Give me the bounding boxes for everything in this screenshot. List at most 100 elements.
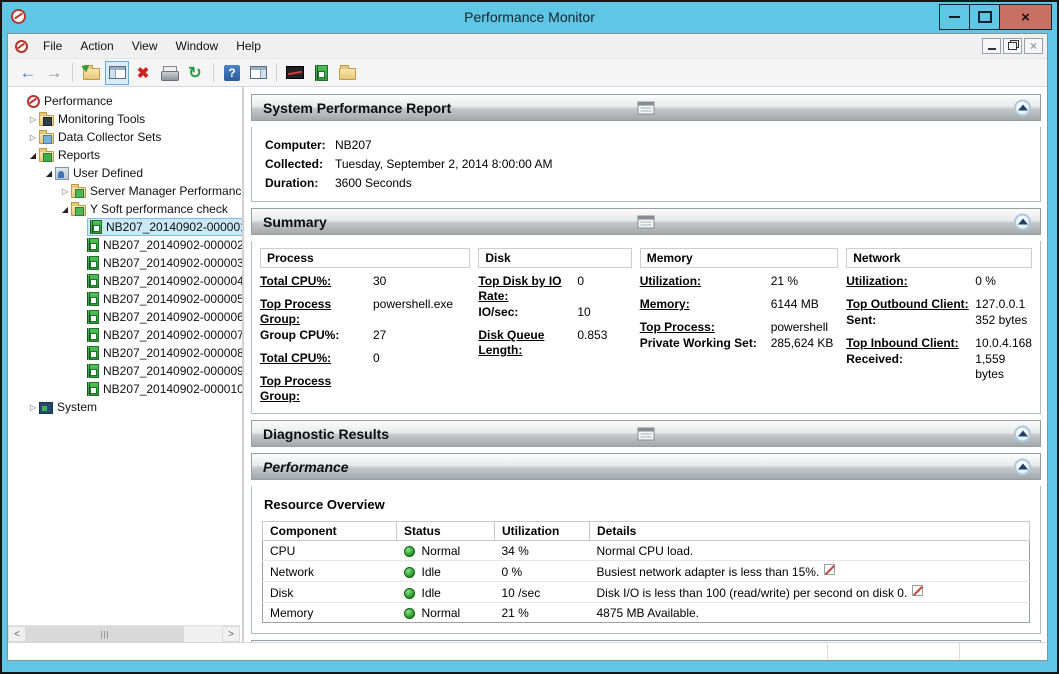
tree-item-performance[interactable]: Performance [8,92,242,110]
minimize-button[interactable] [939,4,970,30]
summary-link[interactable]: Total CPU%: [260,351,373,366]
section-header-cpu[interactable]: CPU [251,640,1041,642]
status-cell: Idle [397,561,495,582]
collapse-arrow-icon[interactable]: ◢ [27,151,39,160]
menu-help[interactable]: Help [227,35,270,57]
details-cell: Normal CPU load. [590,541,1030,561]
section-header-summary[interactable]: Summary [251,208,1041,235]
system-performance-report-body: Computer: NB207 Collected: Tuesday, Sept… [251,127,1041,202]
summary-link[interactable]: Top Process Group: [260,297,373,327]
menu-action[interactable]: Action [71,35,122,57]
mdi-minimize-button[interactable] [982,38,1001,54]
section-header-performance[interactable]: Performance [251,453,1041,480]
tree-item-report-000008[interactable]: NB207_20140902-000008 [8,344,242,362]
summary-link[interactable]: Utilization: [846,274,975,289]
title-bar[interactable]: Performance Monitor × [2,2,1057,31]
note-edit-icon[interactable] [824,564,835,575]
collapse-section-button[interactable] [1014,213,1031,230]
summary-group-network: Network Utilization:0 % Top Outbound Cli… [846,248,1032,404]
tree-item-system[interactable]: ▷ System [8,398,242,416]
reports-icon [39,151,54,162]
properties-book-icon[interactable] [309,61,333,85]
close-button[interactable]: × [999,4,1052,30]
expand-arrow-icon[interactable]: ▷ [27,403,39,412]
show-hide-console-tree-icon[interactable] [105,61,129,85]
menu-window[interactable]: Window [167,35,228,57]
summary-link[interactable]: Top Process Group: [260,374,373,404]
delete-icon[interactable] [131,61,155,85]
table-row: Disk Idle 10 /sec Disk I/O is less than … [263,582,1030,603]
scrollbar-track[interactable] [184,626,222,642]
table-row: CPU Normal 34 % Normal CPU load. [263,541,1030,561]
tree-item-ysoft-performance-check[interactable]: ◢ Y Soft performance check [8,200,242,218]
computer-value: NB207 [335,136,372,155]
summary-link[interactable]: Top Disk by IO Rate: [478,274,577,304]
tree-item-report-000005[interactable]: NB207_20140902-000005 [8,290,242,308]
summary-link[interactable]: Total CPU%: [260,274,373,289]
component-cell: CPU [263,541,397,561]
summary-link[interactable]: Disk Queue Length: [478,328,577,358]
tree-item-report-000006[interactable]: NB207_20140902-000006 [8,308,242,326]
utilization-cell: 21 % [495,603,590,623]
content-area: Performance ▷ Monitoring Tools ▷ Data Co… [8,87,1047,642]
collapse-section-button[interactable] [1014,458,1031,475]
report-icon [87,328,99,342]
collapse-section-button[interactable] [1014,99,1031,116]
tree-item-server-manager-performance[interactable]: ▷ Server Manager Performance [8,182,242,200]
tree-item-user-defined[interactable]: ◢ User Defined [8,164,242,182]
performance-chart-icon[interactable] [283,61,307,85]
print-icon[interactable] [157,61,181,85]
summary-link[interactable]: Top Outbound Client: [846,297,975,312]
field-label: Collected: [265,155,335,174]
summary-link[interactable]: Utilization: [640,274,771,289]
tree-item-data-collector-sets[interactable]: ▷ Data Collector Sets [8,128,242,146]
export-icon[interactable] [79,61,103,85]
tree-item-report-000009[interactable]: NB207_20140902-000009 [8,362,242,380]
summary-link[interactable]: Memory: [640,297,771,312]
tree-item-report-000002[interactable]: NB207_20140902-000002 [8,236,242,254]
refresh-icon[interactable] [183,61,207,85]
show-hide-action-pane-icon[interactable] [246,61,270,85]
summary-value: 6144 MB [771,297,819,312]
tree-item-label: Performance [44,94,113,108]
tree-item-report-000001[interactable]: NB207_20140902-000001 [8,218,242,236]
menu-view[interactable]: View [123,35,167,57]
group-header: Disk [478,248,631,268]
tree-horizontal-scrollbar[interactable]: < ||| > [8,625,240,642]
section-header-diagnostic-results[interactable]: Diagnostic Results [251,420,1041,447]
tree-item-reports[interactable]: ◢ Reports [8,146,242,164]
menu-file[interactable]: File [34,35,71,57]
collapse-arrow-icon[interactable]: ◢ [59,205,71,214]
scroll-left-icon[interactable]: < [8,626,26,642]
mdi-system-menu-icon[interactable] [15,40,28,53]
tree-item-report-000003[interactable]: NB207_20140902-000003 [8,254,242,272]
note-edit-icon[interactable] [912,585,923,596]
tree-item-report-000007[interactable]: NB207_20140902-000007 [8,326,242,344]
tree-item-report-000010[interactable]: NB207_20140902-000010 [8,380,242,398]
scroll-right-icon[interactable]: > [222,626,240,642]
new-folder-icon[interactable] [335,61,359,85]
tree-item-monitoring-tools[interactable]: ▷ Monitoring Tools [8,110,242,128]
section-title: Summary [263,214,327,230]
forward-icon[interactable] [42,61,66,85]
scrollbar-thumb[interactable]: ||| [26,626,184,642]
summary-link[interactable]: Top Inbound Client: [846,336,975,351]
table-view-icon [638,101,655,114]
mdi-restore-button[interactable] [1003,38,1022,54]
section-header-system-performance-report[interactable]: System Performance Report [251,94,1041,121]
selected-tree-item[interactable]: NB207_20140902-000001 [87,218,244,236]
tree-item-report-000004[interactable]: NB207_20140902-000004 [8,272,242,290]
expand-arrow-icon[interactable]: ▷ [59,187,71,196]
collapse-section-button[interactable] [1014,425,1031,442]
help-icon[interactable] [220,61,244,85]
collapse-arrow-icon[interactable]: ◢ [43,169,55,178]
maximize-button[interactable] [969,4,1000,30]
back-icon[interactable] [16,61,40,85]
mdi-close-button[interactable]: × [1024,38,1043,54]
summary-group-memory: Memory Utilization:21 % Memory:6144 MB T… [640,248,839,404]
expand-arrow-icon[interactable]: ▷ [27,133,39,142]
expand-arrow-icon[interactable]: ▷ [27,115,39,124]
summary-value: 10.0.4.168 [975,336,1032,351]
summary-link[interactable]: Top Process: [640,320,771,335]
group-header: Network [846,248,1032,268]
